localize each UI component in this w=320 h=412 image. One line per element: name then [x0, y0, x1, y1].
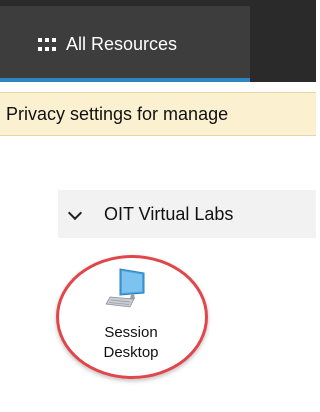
desktop-computer-icon — [105, 268, 145, 308]
tab-all-resources[interactable]: All Resources — [0, 6, 250, 82]
resource-session-desktop[interactable]: Session Desktop — [56, 255, 210, 381]
apps-grid-icon — [38, 38, 56, 52]
resource-label-line2: Desktop — [103, 344, 159, 361]
top-navigation-bar: All Resources — [0, 0, 316, 82]
resource-label: Session Desktop — [76, 323, 186, 363]
group-label: OIT Virtual Labs — [104, 204, 234, 224]
privacy-notice-text: Privacy settings for manage — [6, 104, 229, 124]
tab-label: All Resources — [66, 34, 178, 54]
resource-label-line1: Session — [104, 324, 158, 341]
chevron-down-icon — [67, 205, 83, 221]
group-header-oit-virtual-labs[interactable]: OIT Virtual Labs — [58, 190, 316, 238]
privacy-notice-banner[interactable]: Privacy settings for manage — [0, 92, 316, 136]
